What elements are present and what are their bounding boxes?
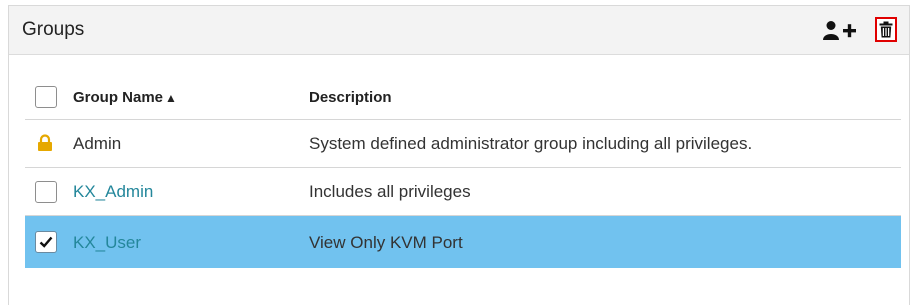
delete-group-button[interactable] <box>875 17 897 42</box>
group-description: Includes all privileges <box>309 182 471 201</box>
groups-panel: Groups Group Name ▲ Description Admin Sy… <box>8 5 910 305</box>
table-row[interactable]: Admin System defined administrator group… <box>25 120 901 168</box>
checkmark-icon <box>39 236 53 248</box>
group-name: Admin <box>73 134 122 153</box>
table-header-row: Group Name ▲ Description <box>25 72 901 120</box>
select-all-checkbox[interactable] <box>35 86 57 108</box>
lock-icon <box>38 134 52 151</box>
group-description: View Only KVM Port <box>309 233 463 252</box>
row-checkbox[interactable] <box>35 231 57 253</box>
column-header-group-name[interactable]: Group Name ▲ <box>73 89 177 106</box>
group-name-link[interactable]: KX_Admin <box>73 182 153 202</box>
panel-header: Groups <box>9 6 909 55</box>
group-description: System defined administrator group inclu… <box>309 134 753 153</box>
group-name-header-label: Group Name <box>73 89 164 106</box>
trash-icon <box>879 21 893 38</box>
add-user-icon <box>823 21 856 40</box>
panel-title: Groups <box>22 19 85 40</box>
table-row[interactable]: KX_Admin Includes all privileges <box>25 168 901 216</box>
group-name-link[interactable]: KX_User <box>73 233 141 253</box>
table-row-selected[interactable]: KX_User View Only KVM Port <box>25 216 901 268</box>
add-group-button[interactable] <box>822 20 860 42</box>
column-header-description[interactable]: Description <box>309 89 392 106</box>
row-checkbox[interactable] <box>35 181 57 203</box>
sort-ascending-icon: ▲ <box>165 91 177 105</box>
